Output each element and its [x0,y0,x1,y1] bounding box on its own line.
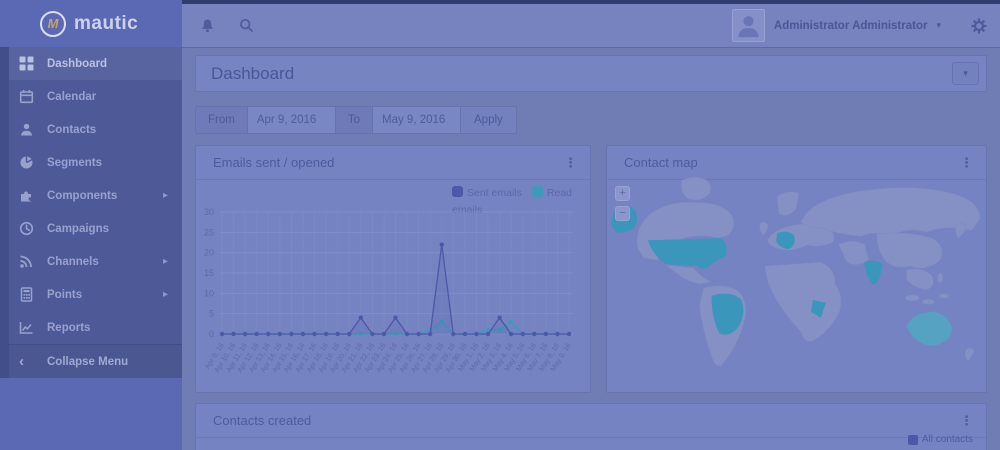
legend-swatch [908,435,918,445]
collapse-menu-label: Collapse Menu [47,356,128,368]
caret-down-icon: ▾ [963,68,968,79]
sidebar-item-components[interactable]: Components ▸ [9,179,182,212]
sidebar-item-label: Points [47,289,82,301]
brand-name: mautic [74,13,138,35]
calendar-icon [19,89,34,104]
user-menu[interactable]: Administrator Administrator [774,20,928,32]
panel-menu-icon[interactable]: ⋮ [564,156,577,169]
logo-letter: M [48,16,59,31]
chevron-left-icon: ‹ [19,354,34,369]
collapse-menu-button[interactable]: ‹ Collapse Menu [9,344,182,378]
pie-chart-icon [19,155,34,170]
legend-swatch [532,186,543,197]
map-panel-title: Contact map [624,155,698,170]
map-zoom-out-button[interactable]: − [615,206,630,221]
calculator-icon [19,287,34,302]
emails-panel: Emails sent / opened ⋮ Sent emailsRead e… [195,145,591,393]
sidebar-item-campaigns[interactable]: Campaigns [9,212,182,245]
svg-text:0: 0 [209,329,214,339]
sidebar-item-label: Channels [47,256,99,268]
sidebar-item-label: Contacts [47,124,96,136]
legend-label: All contacts [922,434,973,445]
page-title: Dashboard [211,64,294,84]
map-panel-header: Contact map ⋮ [607,146,986,180]
from-label: From [196,107,248,133]
svg-text:15: 15 [204,268,214,278]
line-chart-icon [19,320,34,335]
sidebar-item-label: Calendar [47,91,96,103]
sidebar-item-calendar[interactable]: Calendar [9,80,182,113]
sidebar-item-points[interactable]: Points ▸ [9,278,182,311]
sidebar-item-reports[interactable]: Reports [9,311,182,344]
contact-map-panel: Contact map ⋮ [606,145,987,393]
sidebar-item-contacts[interactable]: Contacts [9,113,182,146]
chevron-right-icon: ▸ [163,256,168,267]
sidebar-item-label: Campaigns [47,223,109,235]
svg-text:20: 20 [204,248,214,258]
sidebar-item-label: Components [47,190,117,202]
apply-button[interactable]: Apply [461,107,516,133]
legend-swatch [452,186,463,197]
svg-text:5: 5 [209,309,214,319]
sidebar: M mautic Dashboard Calendar Contacts [0,0,182,450]
date-range-filter: From To Apply [195,106,517,134]
search-icon[interactable] [239,18,254,33]
sidebar-item-segments[interactable]: Segments [9,146,182,179]
svg-text:10: 10 [204,288,214,298]
sidebar-item-label: Reports [47,322,90,334]
topbar-user-area: Administrator Administrator ▾ [732,9,988,42]
dashboard-options-button[interactable]: ▾ [952,62,979,85]
main-content: Dashboard ▾ From To Apply Emails sent / … [182,47,1000,450]
svg-text:25: 25 [204,227,214,237]
puzzle-icon [19,188,34,203]
user-avatar[interactable] [732,9,765,42]
clock-icon [19,221,34,236]
legend-item: Sent emails [452,187,522,199]
sidebar-item-dashboard[interactable]: Dashboard [9,47,182,80]
contacts-chart-legend: All contacts [908,434,973,445]
emails-line-chart: 051015202530Apr 9, 16Apr 10, 16Apr 11, 1… [196,202,590,390]
topbar: Administrator Administrator ▾ [182,0,1000,47]
caret-down-icon: ▾ [936,20,941,31]
dashboard-grid-icon [19,56,34,71]
page-header: Dashboard ▾ [195,55,987,92]
emails-panel-title: Emails sent / opened [213,155,334,170]
map-zoom-in-button[interactable]: + [615,186,630,201]
sidebar-item-label: Segments [47,157,102,169]
panel-menu-icon[interactable]: ⋮ [960,414,973,427]
mautic-logo-icon: M [40,11,66,37]
notifications-bell-icon[interactable] [200,18,215,33]
person-icon [19,122,34,137]
chevron-right-icon: ▸ [163,289,168,300]
broadcast-icon [19,254,34,269]
world-map[interactable] [610,176,984,382]
to-label: To [336,107,373,133]
svg-text:30: 30 [204,207,214,217]
date-from-input[interactable] [248,107,336,133]
contacts-created-panel: Contacts created ⋮ All contacts [195,403,987,450]
contacts-panel-header: Contacts created ⋮ [196,404,986,438]
date-to-input[interactable] [373,107,461,133]
settings-gear-icon[interactable] [970,17,988,35]
sidebar-menu: Dashboard Calendar Contacts Segments Com… [0,47,182,378]
contacts-panel-title: Contacts created [213,413,311,428]
panel-menu-icon[interactable]: ⋮ [960,156,973,169]
sidebar-item-channels[interactable]: Channels ▸ [9,245,182,278]
emails-panel-header: Emails sent / opened ⋮ [196,146,590,180]
sidebar-item-label: Dashboard [47,58,107,70]
chevron-right-icon: ▸ [163,190,168,201]
brand-logo[interactable]: M mautic [0,0,182,47]
